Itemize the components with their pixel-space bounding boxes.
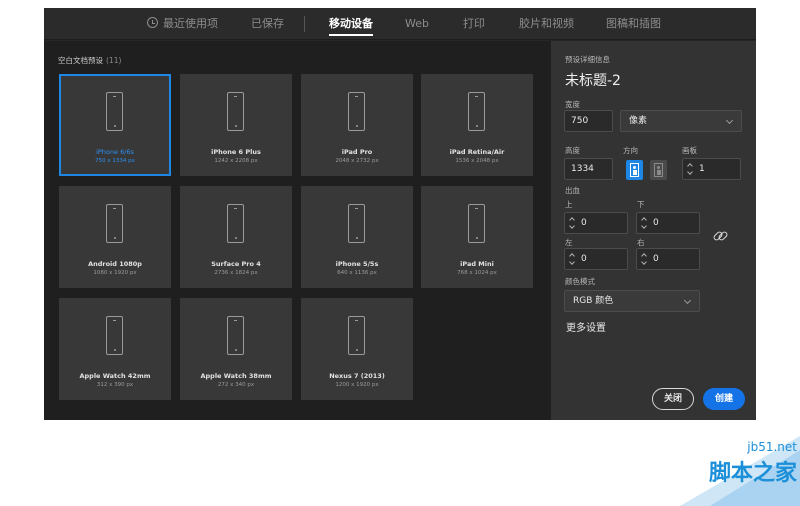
stepper-arrows-icon[interactable]: [687, 162, 693, 176]
preset-name: iPhone 6 Plus: [211, 148, 261, 156]
preset-size: 750 x 1334 px: [95, 158, 135, 164]
active-tab-underline: [329, 34, 373, 36]
preset-name: Surface Pro 4: [211, 260, 261, 268]
bleed-label: 出血: [565, 186, 580, 195]
presets-heading: 空白文档预设 (11): [58, 56, 122, 65]
height-input[interactable]: 1334: [564, 158, 613, 180]
preset-card-iphone-5[interactable]: iPhone 5/5s 640 x 1136 px: [301, 186, 413, 288]
artboards-label: 画板: [682, 146, 697, 155]
bleed-bottom-label: 下: [637, 200, 645, 209]
preset-card-apple-watch-38[interactable]: Apple Watch 38mm 272 x 340 px: [180, 298, 292, 400]
site-watermark: jb51.net 脚本之家: [660, 436, 800, 506]
preset-card-ipad-retina[interactable]: iPad Retina/Air 1536 x 2048 px: [421, 74, 533, 176]
phone-icon: [468, 92, 485, 131]
bleed-left-stepper[interactable]: 0: [564, 248, 628, 270]
phone-icon: [227, 204, 244, 243]
preset-size: 2736 x 1824 px: [214, 270, 258, 276]
stepper-arrows-icon[interactable]: [569, 252, 575, 266]
portrait-icon: [630, 163, 639, 177]
tab-web[interactable]: Web: [405, 8, 429, 40]
phone-icon: [106, 204, 123, 243]
preset-card-iphone-6[interactable]: iPhone 6/6s 750 x 1334 px: [59, 74, 171, 176]
bleed-top-stepper[interactable]: 0: [564, 212, 628, 234]
tab-art-illustration[interactable]: 图稿和插图: [606, 8, 661, 40]
preset-name: Android 1080p: [88, 260, 142, 268]
new-document-dialog: 最近使用项 已保存 移动设备 Web 打印 胶片和视频 图稿和插图 空白文档预设…: [44, 8, 756, 420]
preset-name: iPad Retina/Air: [449, 148, 505, 156]
artboards-stepper[interactable]: 1: [682, 158, 741, 180]
phone-icon: [348, 92, 365, 131]
color-mode-label: 颜色模式: [565, 277, 595, 286]
preset-name: iPad Mini: [460, 260, 494, 268]
preset-card-ipad-pro[interactable]: iPad Pro 2048 x 2732 px: [301, 74, 413, 176]
chevron-down-icon: [725, 116, 734, 125]
color-mode-select[interactable]: RGB 颜色: [564, 290, 700, 312]
tab-mobile[interactable]: 移动设备: [329, 8, 373, 40]
unit-select[interactable]: 像素: [620, 110, 742, 132]
preset-card-apple-watch-42[interactable]: Apple Watch 42mm 312 x 390 px: [59, 298, 171, 400]
tab-saved[interactable]: 已保存: [251, 8, 284, 40]
bleed-left-label: 左: [565, 238, 573, 247]
tab-film-video[interactable]: 胶片和视频: [519, 8, 574, 40]
portrait-orientation-button[interactable]: [626, 160, 643, 180]
phone-icon: [227, 316, 244, 355]
tab-divider: [304, 16, 305, 32]
landscape-orientation-button[interactable]: [650, 160, 667, 180]
phone-icon: [348, 316, 365, 355]
watermark-site-name: 脚本之家: [708, 461, 797, 486]
preset-size: 1242 x 2208 px: [214, 158, 258, 164]
details-heading: 预设详细信息: [565, 55, 610, 64]
phone-icon: [106, 316, 123, 355]
bleed-bottom-stepper[interactable]: 0: [636, 212, 700, 234]
phone-icon: [227, 92, 244, 131]
phone-icon: [348, 204, 365, 243]
blank-document-presets: 空白文档预设 (11) iPhone 6/6s 750 x 1334 px iPh…: [44, 41, 551, 420]
tab-recent[interactable]: 最近使用项: [147, 8, 218, 40]
preset-size: 1200 x 1920 px: [335, 382, 379, 388]
stepper-arrows-icon[interactable]: [569, 216, 575, 230]
stepper-arrows-icon[interactable]: [641, 216, 647, 230]
link-icon[interactable]: [712, 228, 728, 244]
preset-name: iPhone 6/6s: [96, 148, 134, 156]
orientation-label: 方向: [623, 146, 638, 155]
bleed-top-label: 上: [565, 200, 573, 209]
preset-size: 768 x 1024 px: [457, 270, 497, 276]
height-label: 高度: [565, 146, 580, 155]
preset-size: 272 x 340 px: [217, 382, 255, 388]
document-title-field[interactable]: 未标题-2: [565, 70, 621, 90]
preset-name: iPhone 5/5s: [335, 260, 379, 268]
preset-size: 1080 x 1920 px: [93, 270, 137, 276]
preset-card-surface-pro-4[interactable]: Surface Pro 4 2736 x 1824 px: [180, 186, 292, 288]
more-settings-link[interactable]: 更多设置: [566, 319, 606, 334]
chevron-down-icon: [683, 296, 692, 305]
landscape-icon: [654, 163, 663, 177]
close-button[interactable]: 关闭: [652, 388, 694, 410]
preset-name: Apple Watch 42mm: [79, 372, 151, 380]
preset-category-tabs: 最近使用项 已保存 移动设备 Web 打印 胶片和视频 图稿和插图: [44, 8, 756, 40]
width-label: 宽度: [565, 100, 580, 109]
width-input[interactable]: 750: [564, 110, 613, 132]
stepper-arrows-icon[interactable]: [641, 252, 647, 266]
preset-size: 1536 x 2048 px: [455, 158, 499, 164]
phone-icon: [468, 204, 485, 243]
preset-card-nexus-7[interactable]: Nexus 7 (2013) 1200 x 1920 px: [301, 298, 413, 400]
preset-size: 640 x 1136 px: [337, 270, 377, 276]
create-button[interactable]: 创建: [703, 388, 745, 410]
preset-name: Nexus 7 (2013): [329, 372, 385, 380]
preset-name: iPad Pro: [341, 148, 373, 156]
clock-icon: [147, 17, 158, 28]
bleed-right-label: 右: [637, 238, 645, 247]
preset-name: Apple Watch 38mm: [200, 372, 272, 380]
preset-size: 2048 x 2732 px: [335, 158, 379, 164]
preset-card-iphone-6-plus[interactable]: iPhone 6 Plus 1242 x 2208 px: [180, 74, 292, 176]
preset-card-android-1080p[interactable]: Android 1080p 1080 x 1920 px: [59, 186, 171, 288]
preset-size: 312 x 390 px: [96, 382, 134, 388]
preset-card-ipad-mini[interactable]: iPad Mini 768 x 1024 px: [421, 186, 533, 288]
bleed-right-stepper[interactable]: 0: [636, 248, 700, 270]
phone-icon: [106, 92, 123, 131]
watermark-url: jb51.net: [747, 440, 797, 454]
tab-print[interactable]: 打印: [463, 8, 485, 40]
preset-details-panel: 预设详细信息 未标题-2 宽度 750 像素 高度 方向 画板 1334 1 出…: [551, 41, 756, 420]
